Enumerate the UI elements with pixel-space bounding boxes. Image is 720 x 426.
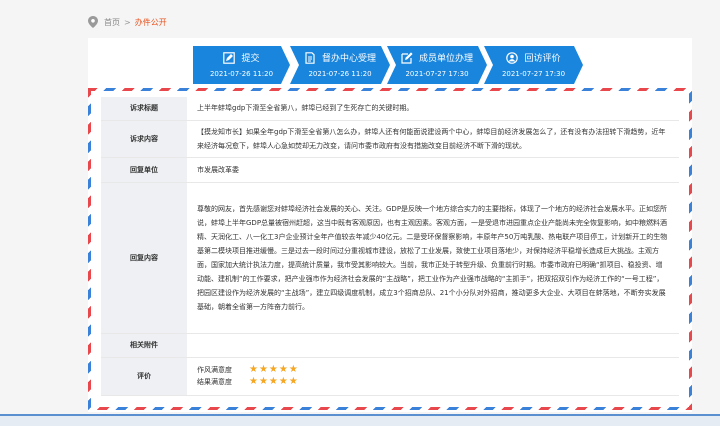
title-label: 诉求标题 — [101, 97, 187, 121]
content-value: 【摸龙知市长】如果全年gdp下滑至全省第八怎么办，蚌埠人还有何能面说建设两个中心… — [187, 120, 679, 158]
title-value: 上半年蚌埠gdp下滑至全省第八，蚌埠已经到了生死存亡的关键时期。 — [187, 97, 679, 121]
reply-label: 回复内容 — [101, 182, 187, 334]
step-time: 2021-07-26 11:20 — [209, 70, 274, 78]
breadcrumb-home[interactable]: 首页 — [104, 17, 120, 28]
detail-panel: 提交 2021-07-26 11:20 督办中心受理 2021-07-26 11… — [88, 38, 692, 412]
detail-card: 诉求标题 上半年蚌埠gdp下滑至全省第八，蚌埠已经到了生死存亡的关键时期。 诉求… — [91, 91, 689, 407]
user-circle-icon — [506, 52, 518, 64]
location-pin-icon — [88, 16, 98, 28]
breadcrumb-separator: > — [124, 17, 131, 27]
rating-row: 结果满意度 ★★★★★ — [197, 376, 669, 388]
rating-label: 结果满意度 — [197, 378, 232, 386]
evaluation-label: 评价 — [101, 357, 187, 396]
step-accept: 督办中心受理 2021-07-26 11:20 — [290, 46, 390, 84]
step-submit: 提交 2021-07-26 11:20 — [193, 46, 290, 84]
reply-value: 尊敬的网友，首先感谢您对蚌埠经济社会发展的关心、关注。GDP是反映一个地方综合实… — [187, 182, 679, 334]
step-label: 回访评价 — [524, 54, 561, 64]
table-row: 诉求内容 【摸龙知市长】如果全年gdp下滑至全省第八怎么办，蚌埠人还有何能面说建… — [101, 120, 679, 158]
star-rating-icon: ★★★★★ — [249, 376, 299, 387]
edit-icon — [223, 52, 235, 64]
step-time: 2021-07-26 11:20 — [308, 70, 372, 78]
evaluation-value: 作风满意度 ★★★★★ 结果满意度 ★★★★★ — [187, 357, 679, 396]
unit-label: 回复单位 — [101, 157, 187, 183]
step-process: 成员单位办理 2021-07-27 17:30 — [387, 46, 487, 84]
step-label: 督办中心受理 — [321, 54, 376, 64]
step-label: 成员单位办理 — [418, 54, 473, 64]
content-label: 诉求内容 — [101, 120, 187, 158]
table-row: 相关附件 — [101, 333, 679, 358]
pencil-box-icon — [401, 52, 413, 64]
table-row: 回复单位 市发展改革委 — [101, 157, 679, 183]
progress-steps: 提交 2021-07-26 11:20 督办中心受理 2021-07-26 11… — [193, 46, 583, 84]
table-row: 诉求标题 上半年蚌埠gdp下滑至全省第八，蚌埠已经到了生死存亡的关键时期。 — [101, 97, 679, 121]
table-row: 回复内容 尊敬的网友，首先感谢您对蚌埠经济社会发展的关心、关注。GDP是反映一个… — [101, 182, 679, 334]
breadcrumb-current[interactable]: 办件公开 — [135, 17, 167, 28]
attachment-value — [187, 333, 679, 358]
airmail-border: 诉求标题 上半年蚌埠gdp下滑至全省第八，蚌埠已经到了生死存亡的关键时期。 诉求… — [88, 88, 692, 410]
detail-table: 诉求标题 上半年蚌埠gdp下滑至全省第八，蚌埠已经到了生死存亡的关键时期。 诉求… — [101, 97, 679, 396]
breadcrumb: 首页 > 办件公开 — [88, 14, 167, 30]
step-label: 提交 — [241, 54, 260, 64]
step-feedback: 回访评价 2021-07-27 17:30 — [484, 46, 583, 84]
footer-bar — [0, 414, 720, 426]
table-row: 评价 作风满意度 ★★★★★ 结果满意度 ★★★★★ — [101, 357, 679, 396]
attachment-label: 相关附件 — [101, 333, 187, 358]
step-time: 2021-07-27 17:30 — [405, 70, 469, 78]
step-time: 2021-07-27 17:30 — [501, 70, 566, 78]
unit-value: 市发展改革委 — [187, 157, 679, 183]
document-icon — [304, 52, 316, 64]
